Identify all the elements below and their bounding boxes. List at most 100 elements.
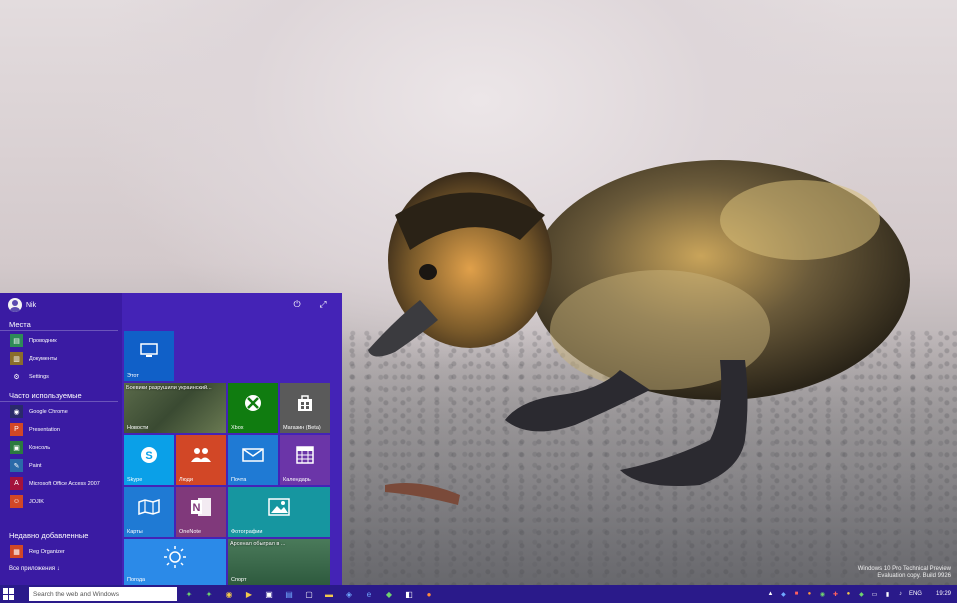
sun-icon (124, 539, 226, 575)
tile-label: Фотографии (231, 529, 263, 535)
tile-people[interactable]: Люди (176, 435, 226, 485)
tray-app-icon[interactable]: ◆ (779, 590, 788, 599)
places-header: Места (9, 320, 31, 329)
tray-app-icon[interactable]: ◉ (818, 590, 827, 599)
item-label: Settings (29, 373, 49, 380)
tray-app-icon[interactable]: ◆ (857, 590, 866, 599)
tile-label: OneNote (179, 529, 202, 535)
start-item-settings[interactable]: ⚙ Settings (10, 369, 122, 384)
tile-store[interactable]: Магазин (Beta) (280, 383, 330, 433)
tile-this-pc[interactable]: Этот (124, 331, 174, 381)
tile-onenote[interactable]: N OneNote (176, 487, 226, 537)
all-apps-button[interactable]: Все приложения ↓ (9, 566, 60, 572)
computer-icon (124, 331, 174, 371)
volume-icon[interactable]: ♪ (896, 590, 905, 599)
start-item-chrome[interactable]: ◉ Google Chrome (10, 404, 122, 419)
recent-header: Недавно добавленные (9, 531, 89, 540)
system-tray: ▲ ◆ ■ ● ◉ ✚ ● ◆ ▭ ▮ ♪ ENG 19:29 (766, 587, 951, 601)
butterfly-app-icon[interactable]: ✦ (202, 587, 216, 601)
tile-label: Люди (179, 477, 193, 483)
xbox-icon (228, 383, 278, 423)
taskbar-pinned-apps: ✦ ✦ ◉ ▶ ▣ ▤ ▢ ▬ ◈ e ◆ ◧ ● (182, 587, 436, 601)
presentation-icon: P (10, 423, 23, 436)
news-headline: Боевики разрушили украинский... (126, 385, 212, 391)
tile-xbox[interactable]: Xbox (228, 383, 278, 433)
tray-expand-icon[interactable]: ▲ (766, 590, 775, 599)
window-icon[interactable]: ▣ (262, 587, 276, 601)
tile-photos[interactable]: Фотографии (228, 487, 330, 537)
start-item-explorer[interactable]: ▤ Проводник (10, 333, 122, 348)
tile-label: Новости (127, 425, 149, 431)
start-item-documents[interactable]: ▥ Документы (10, 351, 122, 366)
language-indicator[interactable]: ENG (909, 591, 922, 597)
start-menu: Nik ⏻ ⤢ Места ▤ Проводник ▥ Документы ⚙ … (0, 293, 342, 585)
butterfly-app-icon[interactable]: ✦ (182, 587, 196, 601)
item-label: Microsoft Office Access 2007 (29, 480, 100, 487)
explorer-icon: ▤ (10, 334, 23, 347)
tray-app-icon[interactable]: ■ (792, 590, 801, 599)
user-name: Nik (26, 301, 37, 309)
tile-label: Магазин (Beta) (283, 425, 321, 431)
tile-sport[interactable]: Арсенал обыграл в ... Спорт (228, 539, 330, 585)
map-icon (124, 487, 174, 527)
item-label: Paint (29, 462, 42, 469)
windows-logo-quad (9, 588, 14, 594)
start-item-console[interactable]: ▣ Консоль (10, 440, 122, 455)
tile-skype[interactable]: S Skype (124, 435, 174, 485)
tile-mail[interactable]: Почта (228, 435, 278, 485)
tile-label: Спорт (231, 577, 247, 583)
start-item-jojik[interactable]: ☺ JOJIK (10, 494, 122, 509)
people-icon (176, 435, 226, 475)
app-icon: ☺ (10, 495, 23, 508)
start-item-presentation[interactable]: P Presentation (10, 422, 122, 437)
action-center-icon[interactable]: ▭ (870, 590, 879, 599)
clock[interactable]: 19:29 (936, 591, 951, 597)
item-label: Документы (29, 355, 58, 362)
separator (0, 330, 118, 331)
chrome-icon[interactable]: ◉ (222, 587, 236, 601)
tile-maps[interactable]: Карты (124, 487, 174, 537)
ie-icon[interactable]: e (362, 587, 376, 601)
tray-app-icon[interactable]: ✚ (831, 590, 840, 599)
start-item-access[interactable]: A Microsoft Office Access 2007 (10, 476, 122, 491)
tile-label: Календарь (283, 477, 311, 483)
network-icon[interactable]: ▮ (883, 590, 892, 599)
svg-text:N: N (193, 502, 201, 514)
app-icon[interactable]: ◧ (402, 587, 416, 601)
search-placeholder: Search the web and Windows (33, 590, 119, 598)
item-label: Проводник (29, 337, 57, 344)
calendar-icon (280, 435, 330, 475)
app-icon[interactable]: ● (422, 587, 436, 601)
taskbar: Search the web and Windows ✦ ✦ ◉ ▶ ▣ ▤ ▢… (0, 585, 957, 603)
console-icon: ▣ (10, 441, 23, 454)
expand-icon[interactable]: ⤢ (316, 297, 330, 311)
tile-calendar[interactable]: Календарь (280, 435, 330, 485)
photos-icon (228, 487, 330, 527)
network-app-icon[interactable]: ◈ (342, 587, 356, 601)
start-item-paint[interactable]: ✎ Paint (10, 458, 122, 473)
tray-app-icon[interactable]: ● (805, 590, 814, 599)
user-account[interactable]: Nik (8, 297, 36, 313)
windows-logo-quad (9, 594, 14, 600)
app-icon[interactable]: ◆ (382, 587, 396, 601)
user-avatar-icon (8, 298, 22, 312)
tile-label: Этот (127, 373, 139, 379)
start-item-reg-organizer[interactable]: ▦ Reg Organizer (10, 544, 122, 559)
sport-headline: Арсенал обыграл в ... (230, 541, 286, 547)
watermark-line2: Evaluation copy. Build 9926 (877, 573, 951, 579)
gear-icon: ⚙ (10, 370, 23, 383)
paint-icon: ✎ (10, 459, 23, 472)
window-icon[interactable]: ▢ (302, 587, 316, 601)
search-box[interactable]: Search the web and Windows (29, 587, 177, 601)
tray-app-icon[interactable]: ● (844, 590, 853, 599)
reg-organizer-icon: ▦ (10, 545, 23, 558)
power-icon[interactable]: ⏻ (290, 297, 304, 311)
start-button[interactable] (3, 588, 15, 600)
file-explorer-icon[interactable]: ▤ (282, 587, 296, 601)
tile-news[interactable]: Боевики разрушили украинский... Новости (124, 383, 226, 433)
item-label: Консоль (29, 444, 51, 451)
folder-icon[interactable]: ▬ (322, 587, 336, 601)
tile-weather[interactable]: Погода (124, 539, 226, 585)
media-player-icon[interactable]: ▶ (242, 587, 256, 601)
chrome-icon: ◉ (10, 405, 23, 418)
